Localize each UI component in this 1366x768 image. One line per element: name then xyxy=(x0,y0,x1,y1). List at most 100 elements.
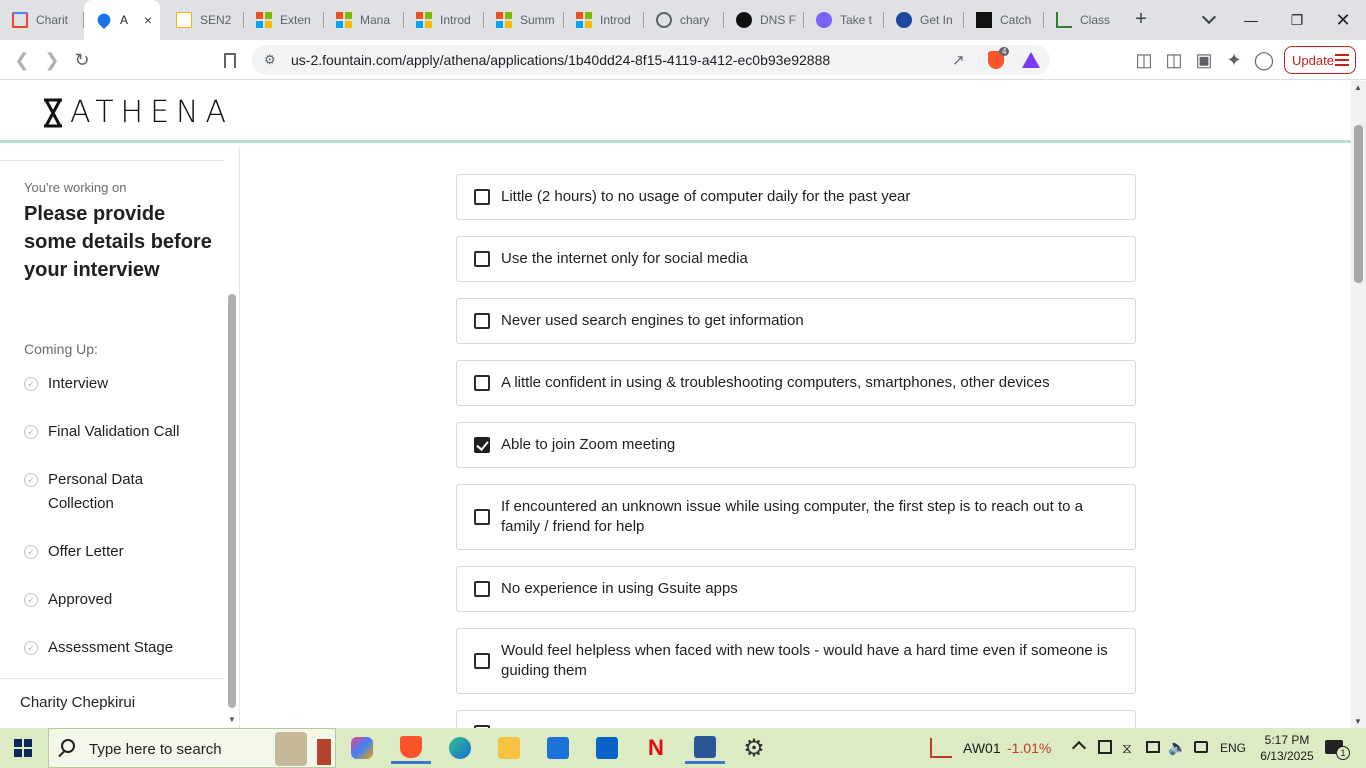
option-checkbox[interactable]: No experience in using Gsuite apps xyxy=(456,566,1136,612)
fountain-icon xyxy=(94,10,114,30)
option-checkbox[interactable]: A little confident in using & troublesho… xyxy=(456,360,1136,406)
bookmark-icon[interactable] xyxy=(218,48,242,72)
checkbox[interactable] xyxy=(474,189,490,205)
step-personal-data-collection: ✓ Personal Data Collection xyxy=(24,468,168,516)
browser-tab[interactable]: Introd xyxy=(404,0,484,40)
user-profile[interactable]: Charity Chepkirui xyxy=(0,678,224,728)
netflix-icon[interactable]: N xyxy=(636,732,676,764)
reload-button[interactable]: ↻ xyxy=(70,48,94,72)
progress-sidebar: You're working on Please provide some de… xyxy=(0,146,240,728)
volume-icon[interactable]: 🔈 xyxy=(1168,738,1187,756)
option-checkbox[interactable] xyxy=(456,710,1136,728)
option-checkbox[interactable]: Use the internet only for social media xyxy=(456,236,1136,282)
brave-rewards-icon[interactable] xyxy=(1022,52,1040,68)
checkbox[interactable] xyxy=(474,375,490,391)
outlook-icon[interactable] xyxy=(587,732,627,764)
new-tab-button[interactable]: + xyxy=(1130,8,1152,30)
update-button[interactable]: Update xyxy=(1284,46,1356,74)
edge-icon[interactable] xyxy=(440,732,480,764)
forward-button[interactable]: ❯ xyxy=(40,48,64,72)
browser-tab[interactable]: Introd xyxy=(564,0,644,40)
sidebar-scroll-thumb[interactable] xyxy=(228,294,236,708)
option-checkbox[interactable]: If encountered an unknown issue while us… xyxy=(456,484,1136,550)
address-bar[interactable]: ⚙ us-2.fountain.com/apply/athena/applica… xyxy=(252,45,1050,75)
stock-label[interactable]: AW01 xyxy=(963,740,1001,756)
wallet-icon[interactable]: ▣ xyxy=(1192,48,1216,72)
battery-icon[interactable] xyxy=(1146,741,1160,753)
tab-search-icon[interactable] xyxy=(1201,9,1217,25)
minimize-button[interactable]: — xyxy=(1228,0,1274,40)
file-explorer-icon[interactable] xyxy=(489,732,529,764)
checkbox[interactable] xyxy=(474,251,490,267)
coming-up-label: Coming Up: xyxy=(24,341,98,357)
browser-tab[interactable]: Class xyxy=(1044,0,1124,40)
word-icon[interactable] xyxy=(685,732,725,764)
option-checkbox[interactable]: Able to join Zoom meeting xyxy=(456,422,1136,468)
taskbar-search[interactable]: Type here to search xyxy=(48,728,336,768)
sidebar-icon[interactable]: ◫ xyxy=(1162,48,1186,72)
option-checkbox[interactable]: Never used search engines to get informa… xyxy=(456,298,1136,344)
wifi-icon[interactable]: ⧖ xyxy=(1122,740,1132,757)
display-icon[interactable] xyxy=(1194,741,1208,753)
url-text[interactable]: us-2.fountain.com/apply/athena/applicati… xyxy=(291,52,830,68)
check-circle-icon: ✓ xyxy=(24,545,38,559)
checkbox[interactable] xyxy=(474,653,490,669)
system-clock[interactable]: 5:17 PM 6/13/2025 xyxy=(1254,732,1320,764)
page-scrollbar[interactable]: ▲ ▼ xyxy=(1351,81,1366,728)
browser-tab-active[interactable]: A × xyxy=(84,0,160,40)
share-icon[interactable]: ↗ xyxy=(952,51,965,69)
step-interview: ✓ Interview xyxy=(24,372,218,396)
settings-icon[interactable]: ⚙ xyxy=(734,732,774,764)
microsoft-store-icon[interactable] xyxy=(538,732,578,764)
check-circle-icon: ✓ xyxy=(24,425,38,439)
browser-tab[interactable]: Catch xyxy=(964,0,1044,40)
step-offer-letter: ✓ Offer Letter xyxy=(24,540,218,564)
sidebar-scrollbar[interactable]: ▼ xyxy=(228,146,236,728)
chevron-up-icon[interactable] xyxy=(1071,740,1087,756)
stock-change[interactable]: -1.01% xyxy=(1007,740,1051,756)
scroll-up-arrow-icon[interactable]: ▲ xyxy=(1354,83,1362,92)
meet-now-icon[interactable] xyxy=(1098,740,1112,754)
browser-tab[interactable]: Charit xyxy=(0,0,84,40)
microsoft-icon xyxy=(576,12,592,28)
microsoft-icon xyxy=(416,12,432,28)
back-button[interactable]: ❮ xyxy=(10,48,34,72)
browser-tab[interactable]: Mana xyxy=(324,0,404,40)
browser-tab[interactable]: DNS F xyxy=(724,0,804,40)
option-checkbox[interactable]: Would feel helpless when faced with new … xyxy=(456,628,1136,694)
browser-tab[interactable]: chary xyxy=(644,0,724,40)
slides-icon xyxy=(176,12,192,28)
site-settings-icon[interactable]: ⚙ xyxy=(264,52,276,68)
checkbox-checked[interactable] xyxy=(474,437,490,453)
vpn-icon[interactable]: ◯ xyxy=(1252,48,1276,72)
catch-icon xyxy=(976,12,992,28)
restore-button[interactable]: ❐ xyxy=(1274,0,1320,40)
hourglass-icon xyxy=(44,98,62,127)
checkbox[interactable] xyxy=(474,581,490,597)
browser-tab[interactable]: Summ xyxy=(484,0,564,40)
browser-toolbar: ❮ ❯ ↻ ⚙ us-2.fountain.com/apply/athena/a… xyxy=(0,40,1366,80)
brave-browser-icon[interactable] xyxy=(391,732,431,764)
checkbox[interactable] xyxy=(474,313,490,329)
page-scroll-thumb[interactable] xyxy=(1354,125,1363,283)
scroll-down-arrow-icon[interactable]: ▼ xyxy=(228,715,236,724)
windows-start-icon[interactable] xyxy=(14,739,32,757)
gmail-icon xyxy=(12,12,28,28)
edge-icon xyxy=(896,12,912,28)
checkbox[interactable] xyxy=(474,509,490,525)
stock-chart-icon[interactable] xyxy=(930,738,952,758)
leo-ai-icon[interactable]: ✦ xyxy=(1222,48,1246,72)
scroll-down-arrow-icon[interactable]: ▼ xyxy=(1354,717,1362,726)
close-tab-icon[interactable]: × xyxy=(144,12,152,28)
option-checkbox[interactable]: Little (2 hours) to no usage of computer… xyxy=(456,174,1136,220)
browser-tab[interactable]: Take t xyxy=(804,0,884,40)
language-indicator[interactable]: ENG xyxy=(1220,741,1246,755)
athena-logo[interactable]: ATHENA xyxy=(42,95,233,130)
close-window-button[interactable]: ✕ xyxy=(1320,0,1366,40)
purple-circle-icon xyxy=(816,12,832,28)
extensions-icon[interactable]: ◫ xyxy=(1132,48,1156,72)
copilot-icon[interactable] xyxy=(342,732,382,764)
browser-tab[interactable]: Exten xyxy=(244,0,324,40)
browser-tab[interactable]: Get In xyxy=(884,0,964,40)
browser-tab[interactable]: SEN2 xyxy=(164,0,244,40)
